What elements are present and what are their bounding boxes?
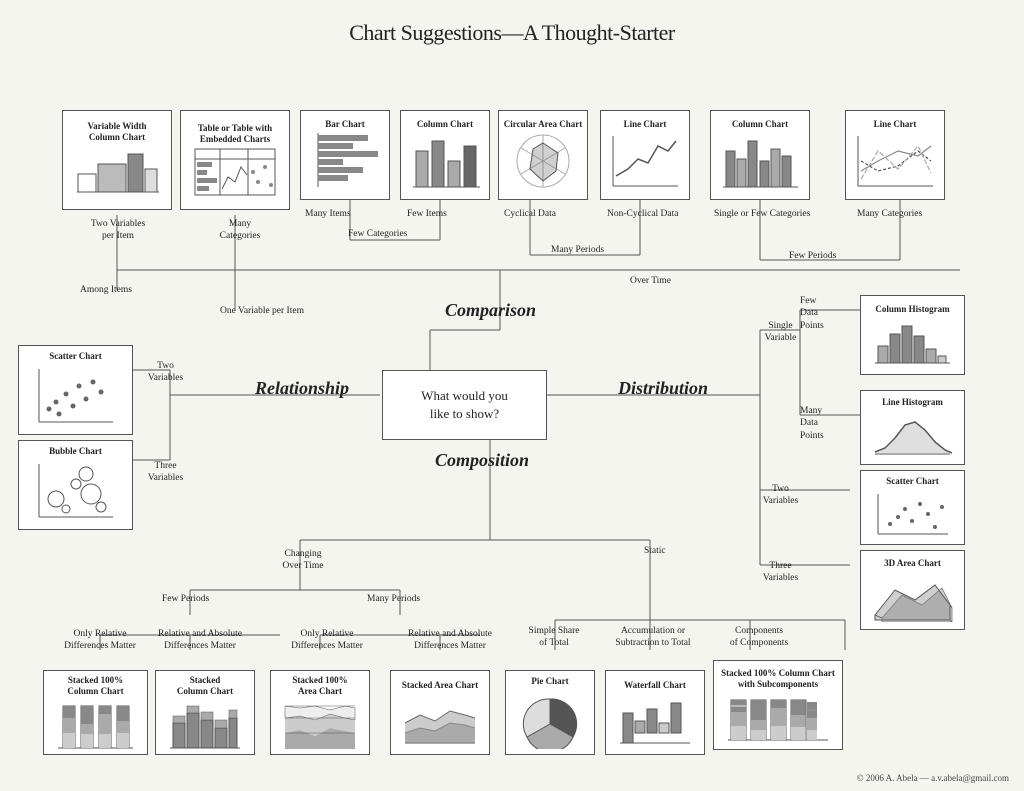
- label-few-items: Few Items: [407, 208, 447, 220]
- label-few-periods-comp: Few Periods: [162, 593, 209, 605]
- label-accumulation: Accumulation orSubtraction to Total: [608, 625, 698, 650]
- label-many-items: Many Items: [305, 208, 351, 220]
- label-single-few-cat: Single or Few Categories: [714, 208, 810, 220]
- label-rel-abs-many: Relative and AbsoluteDifferences Matter: [400, 628, 500, 653]
- label-changing-over-time: ChangingOver Time: [263, 548, 343, 573]
- chart-stacked100-area: Stacked 100%Area Chart: [270, 670, 370, 755]
- chart-line-manycat: Line Chart: [845, 110, 945, 200]
- label-over-time: Over Time: [630, 275, 671, 287]
- chart-column-histogram: Column Histogram: [860, 295, 965, 375]
- label-components: Componentsof Components: [714, 625, 804, 650]
- label-many-categories: ManyCategories: [200, 218, 280, 243]
- label-many-periods-comp: Many Periods: [367, 593, 420, 605]
- chart-line-noncyclical: Line Chart: [600, 110, 690, 200]
- label-two-variables-rel: TwoVariables: [138, 360, 193, 385]
- label-many-data-points: ManyDataPoints: [800, 405, 855, 442]
- label-rel-abs-few: Relative and AbsoluteDifferences Matter: [150, 628, 250, 653]
- label-few-categories: Few Categories: [348, 228, 407, 240]
- chart-stacked-col: StackedColumn Chart: [155, 670, 255, 755]
- chart-variable-width: Variable WidthColumn Chart: [62, 110, 172, 210]
- label-three-variables-rel: ThreeVariables: [138, 460, 193, 485]
- chart-column-fewperiods: Column Chart: [710, 110, 810, 200]
- chart-pie: Pie Chart: [505, 670, 595, 755]
- chart-scatter-rel: Scatter Chart: [18, 345, 133, 435]
- page: Chart Suggestions—A Thought-Starter: [0, 0, 1024, 791]
- label-few-periods-top: Few Periods: [789, 250, 836, 262]
- label-two-variables-dist: TwoVariables: [748, 483, 813, 508]
- chart-3d-area: 3D Area Chart: [860, 550, 965, 630]
- label-many-categories2: Many Categories: [857, 208, 922, 220]
- chart-bar-many: Bar Chart: [300, 110, 390, 200]
- chart-column-few: Column Chart: [400, 110, 490, 200]
- section-comparison: Comparison: [445, 300, 536, 321]
- section-distribution: Distribution: [618, 378, 708, 399]
- chart-bubble: Bubble Chart: [18, 440, 133, 530]
- label-cyclical: Cyclical Data: [504, 208, 556, 220]
- section-relationship: Relationship: [255, 378, 349, 399]
- label-one-variable: One Variable per Item: [220, 305, 304, 317]
- label-only-relative-few: Only RelativeDifferences Matter: [55, 628, 145, 653]
- label-among-items: Among Items: [80, 284, 132, 296]
- label-two-variables: Two Variablesper Item: [73, 218, 163, 243]
- footer-credit: © 2006 A. Abela — a.v.abela@gmail.com: [857, 773, 1009, 783]
- chart-stacked-area: Stacked Area Chart: [390, 670, 490, 755]
- chart-table-embedded: Table or Table withEmbedded Charts: [180, 110, 290, 210]
- page-title: Chart Suggestions—A Thought-Starter: [10, 10, 1014, 46]
- label-many-periods: Many Periods: [551, 244, 604, 256]
- chart-waterfall: Waterfall Chart: [605, 670, 705, 755]
- chart-stacked100-col: Stacked 100%Column Chart: [43, 670, 148, 755]
- label-few-data-points: FewDataPoints: [800, 295, 855, 332]
- chart-circular-area: Circular Area Chart: [498, 110, 588, 200]
- center-question-box: What would youlike to show?: [382, 370, 547, 440]
- label-only-relative-many: Only RelativeDifferences Matter: [282, 628, 372, 653]
- chart-scatter-distribution: Scatter Chart: [860, 470, 965, 545]
- label-static: Static: [644, 545, 666, 557]
- chart-line-histogram: Line Histogram: [860, 390, 965, 465]
- section-composition: Composition: [435, 450, 529, 471]
- label-three-variables-dist: ThreeVariables: [748, 560, 813, 585]
- label-noncyclical: Non-Cyclical Data: [607, 208, 679, 220]
- chart-stacked100-sub: Stacked 100% Column Chartwith Subcompone…: [713, 660, 843, 750]
- label-simple-share: Simple Shareof Total: [514, 625, 594, 650]
